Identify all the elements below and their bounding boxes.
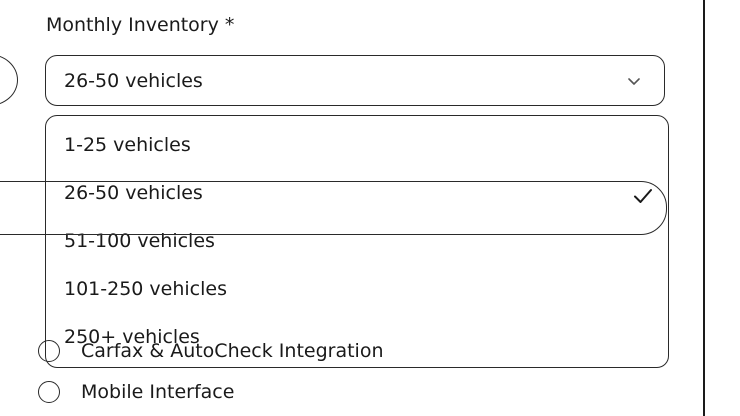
feature-mobile-interface[interactable]: Mobile Interface bbox=[38, 381, 234, 403]
inventory-dropdown-menu: 1-25 vehicles 26-50 vehicles 51-100 vehi… bbox=[45, 115, 669, 368]
feature-carfax-label: Carfax & AutoCheck Integration bbox=[81, 340, 384, 362]
dropdown-option-1-25[interactable]: 1-25 vehicles bbox=[64, 134, 191, 156]
dropdown-option-51-100[interactable]: 51-100 vehicles bbox=[64, 230, 215, 252]
feature-mobile-interface-label: Mobile Interface bbox=[81, 381, 235, 403]
dropdown-option-101-250[interactable]: 101-250 vehicles bbox=[64, 278, 227, 300]
radio-mobile-interface[interactable] bbox=[38, 381, 60, 403]
monthly-inventory-label: Monthly Inventory * bbox=[46, 14, 235, 36]
radio-carfax[interactable] bbox=[38, 340, 60, 362]
chevron-down-icon bbox=[628, 78, 640, 85]
partial-radio-left[interactable] bbox=[0, 54, 18, 106]
right-divider bbox=[703, 0, 705, 416]
feature-carfax[interactable]: Carfax & AutoCheck Integration bbox=[38, 340, 384, 362]
dropdown-option-26-50[interactable]: 26-50 vehicles bbox=[64, 182, 203, 204]
monthly-inventory-select[interactable]: 26-50 vehicles bbox=[45, 55, 665, 106]
select-current-value: 26-50 vehicles bbox=[64, 70, 203, 92]
page: Monthly Inventory * 26-50 vehicles 1-25 … bbox=[0, 0, 740, 416]
check-icon bbox=[634, 189, 652, 203]
